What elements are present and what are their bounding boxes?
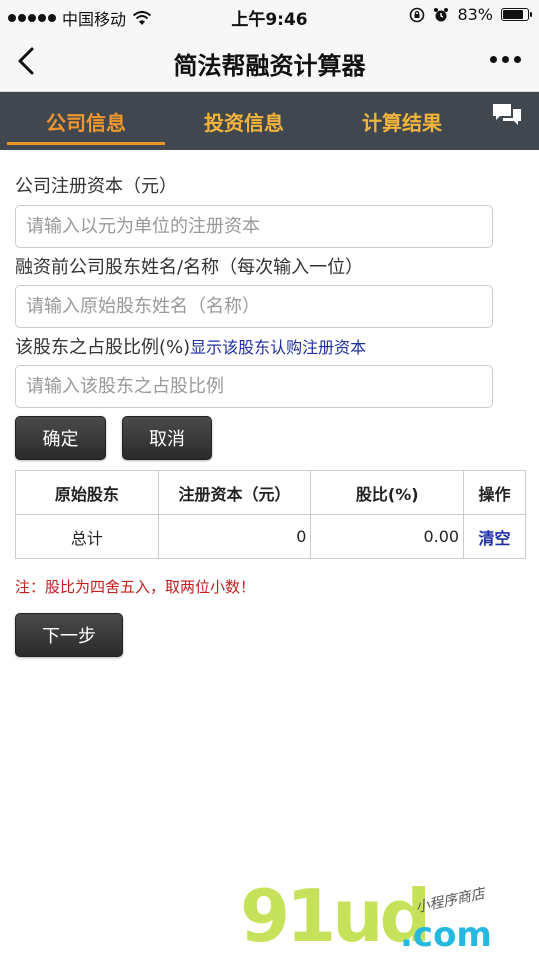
tab-investment-info[interactable]: 投资信息 [165, 92, 323, 150]
header-ratio: 股比(%) [310, 470, 465, 515]
total-ratio: 0.00 [310, 514, 465, 559]
table-row-total: 总计 0 0.00 清空 [15, 514, 526, 559]
status-bar: 中国移动 上午9:46 83% [0, 0, 539, 30]
tab-calculation-result[interactable]: 计算结果 [323, 92, 481, 150]
header-shareholder: 原始股东 [15, 470, 159, 515]
total-capital: 0 [157, 514, 312, 559]
table-header-row: 原始股东 注册资本（元） 股比(%) 操作 [15, 470, 526, 515]
ratio-label-row: 该股东之占股比例(%)显示该股东认购注册资本 [15, 333, 366, 359]
clear-link[interactable]: 清空 [479, 529, 511, 548]
battery-icon [501, 8, 532, 21]
page-title: 简法帮融资计算器 [173, 52, 366, 80]
ratio-label: 该股东之占股比例(%) [15, 337, 191, 358]
shareholder-label: 融资前公司股东姓名/名称（每次输入一位） [15, 257, 364, 278]
chat-bubbles-icon[interactable] [491, 102, 523, 130]
confirm-button[interactable]: 确定 [15, 416, 106, 460]
active-tab-indicator [7, 142, 165, 145]
ratio-input[interactable] [15, 365, 493, 408]
header-action: 操作 [463, 470, 526, 515]
battery-percent: 83% [457, 5, 493, 24]
more-options-icon[interactable] [490, 56, 521, 63]
navigation-bar: 简法帮融资计算器 [0, 30, 539, 92]
battery-fill [503, 10, 523, 19]
header-capital: 注册资本（元） [157, 470, 312, 515]
shareholder-table: 原始股东 注册资本（元） 股比(%) 操作 总计 0 0.00 清空 [15, 470, 526, 559]
watermark-brand: 91ud [240, 874, 431, 958]
tab-bar: 公司信息 投资信息 计算结果 [0, 92, 539, 150]
watermark-logo: 91ud 小程序商店 .com [240, 880, 530, 955]
total-label: 总计 [15, 514, 159, 559]
rounding-note: 注：股比为四舍五入，取两位小数！ [15, 578, 256, 596]
capital-input[interactable] [15, 205, 493, 248]
cancel-button[interactable]: 取消 [122, 416, 212, 460]
capital-label: 公司注册资本（元） [15, 176, 177, 197]
watermark-domain: .com [400, 915, 492, 955]
show-subscribed-capital-link[interactable]: 显示该股东认购注册资本 [190, 338, 366, 357]
rotation-lock-icon [410, 7, 425, 22]
alarm-icon [434, 7, 449, 21]
status-right: 83% [409, 5, 532, 24]
shareholder-input[interactable] [15, 285, 493, 328]
next-step-button[interactable]: 下一步 [15, 613, 123, 657]
